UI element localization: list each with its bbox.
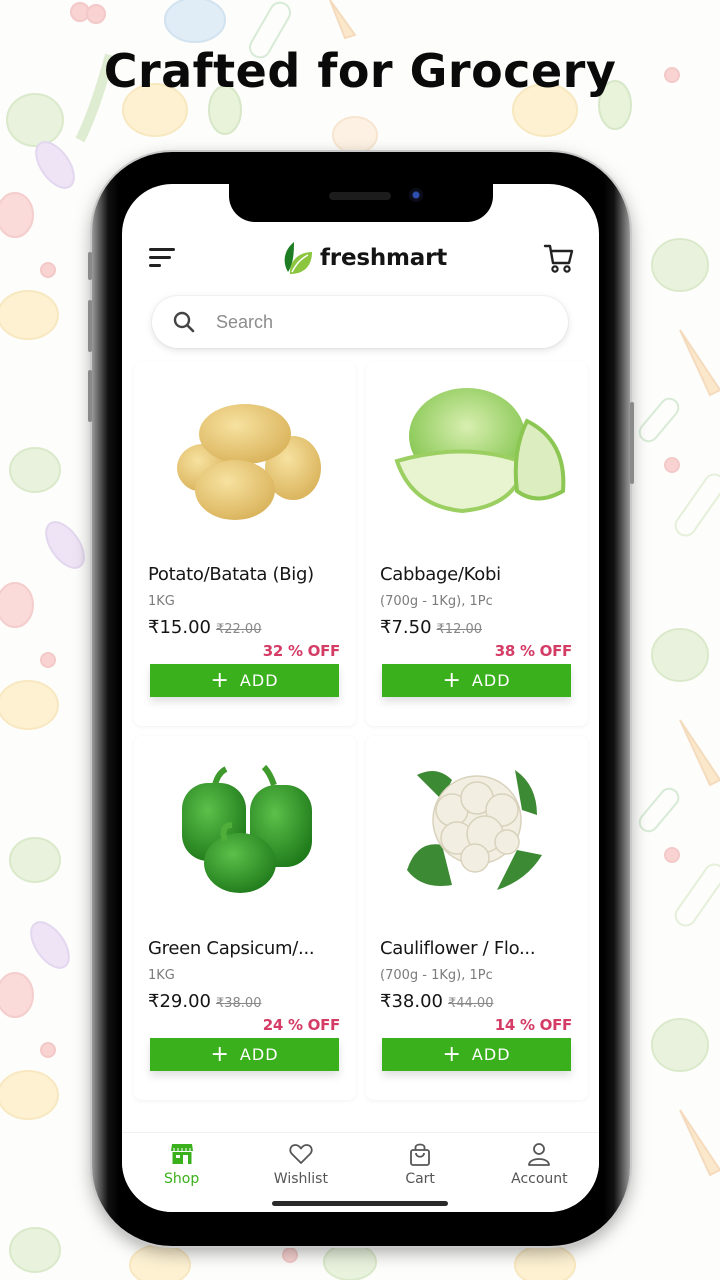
product-card[interactable]: Green Capsicum/... 1KG ₹29.00 ₹38.00 24 …	[134, 736, 356, 1100]
discount-badge: 38 % OFF	[494, 642, 573, 660]
app-screen: freshmart Search Potato/Batata (Big) 1KG…	[122, 184, 599, 1212]
nav-label-account: Account	[511, 1171, 568, 1187]
potato-doodle	[332, 116, 378, 154]
home-indicator[interactable]	[272, 1201, 448, 1206]
product-quantity: 1KG	[148, 968, 175, 983]
product-price: ₹38.00	[380, 991, 443, 1012]
shopping-cart-icon[interactable]	[543, 242, 575, 274]
add-button-label: ADD	[239, 671, 279, 690]
potato-image	[177, 404, 321, 520]
search-bar[interactable]	[152, 296, 568, 348]
phone-side-button	[88, 252, 92, 280]
add-button-label: ADD	[471, 1045, 511, 1064]
product-quantity: (700g - 1Kg), 1Pc	[380, 594, 493, 609]
product-image-cabbage[interactable]	[366, 362, 588, 550]
product-name[interactable]: Cabbage/Kobi	[380, 564, 501, 585]
add-button-label: ADD	[471, 671, 511, 690]
product-price: ₹7.50	[380, 617, 432, 638]
product-image-capsicum[interactable]	[134, 736, 356, 924]
phone-power-button	[630, 402, 634, 484]
phone-volume-up-button	[88, 300, 92, 352]
nav-label-shop: Shop	[164, 1171, 200, 1187]
user-icon	[528, 1143, 551, 1166]
discount-badge: 32 % OFF	[262, 642, 341, 660]
add-to-cart-button[interactable]: + ADD	[382, 1038, 571, 1071]
cabbage-image	[394, 388, 566, 514]
leaf-logo-icon	[284, 242, 312, 274]
product-mrp: ₹22.00	[215, 622, 262, 637]
kohlrabi-doodle	[6, 93, 64, 147]
app-header: freshmart	[122, 232, 599, 282]
discount-badge: 14 % OFF	[494, 1016, 573, 1034]
bottom-doodles	[129, 1243, 576, 1280]
plus-icon: +	[210, 667, 230, 693]
search-input[interactable]	[216, 311, 536, 333]
add-to-cart-button[interactable]: + ADD	[150, 1038, 339, 1071]
product-name[interactable]: Potato/Batata (Big)	[148, 564, 314, 585]
bottom-navigation: Shop Wishlist Cart Account	[122, 1132, 599, 1212]
shop-icon	[170, 1144, 193, 1164]
plus-icon: +	[210, 1041, 230, 1067]
product-quantity: 1KG	[148, 594, 175, 609]
phone-notch	[229, 184, 493, 222]
product-card[interactable]: Cauliflower / Flo... (700g - 1Kg), 1Pc ₹…	[366, 736, 588, 1100]
brand-name: freshmart	[320, 245, 448, 271]
kohlrabi-doodle-left	[9, 447, 61, 1273]
green-capsicum-image	[182, 765, 312, 893]
product-card[interactable]: Potato/Batata (Big) 1KG ₹15.00 ₹22.00 32…	[134, 362, 356, 726]
product-image-cauliflower[interactable]	[366, 736, 588, 924]
product-image-potato[interactable]	[134, 362, 356, 550]
add-to-cart-button[interactable]: + ADD	[382, 664, 571, 697]
carrot-doodle	[329, 0, 357, 40]
search-icon	[173, 311, 195, 333]
product-price-row: ₹7.50 ₹12.00	[380, 617, 482, 638]
heart-icon	[289, 1144, 313, 1164]
bag-icon	[410, 1143, 431, 1166]
product-price: ₹15.00	[148, 617, 211, 638]
nav-item-account[interactable]: Account	[480, 1133, 599, 1212]
nav-label-wishlist: Wishlist	[273, 1171, 328, 1187]
product-price: ₹29.00	[148, 991, 211, 1012]
product-mrp: ₹44.00	[447, 996, 494, 1011]
phone-frame: freshmart Search Potato/Batata (Big) 1KG…	[88, 152, 634, 1246]
brand-logo: freshmart	[280, 240, 447, 276]
cherry-doodle-right	[664, 67, 680, 863]
broccoli-doodle	[164, 0, 226, 43]
product-mrp: ₹38.00	[215, 996, 262, 1011]
product-price-row: ₹29.00 ₹38.00	[148, 991, 261, 1012]
cauliflower-image	[407, 770, 542, 890]
zucchini-doodle-right	[674, 473, 720, 927]
plus-icon: +	[442, 1041, 462, 1067]
hamburger-menu-icon[interactable]	[149, 246, 177, 268]
cherry-doodle	[70, 2, 106, 24]
product-mrp: ₹12.00	[436, 622, 483, 637]
product-grid: Potato/Batata (Big) 1KG ₹15.00 ₹22.00 32…	[134, 362, 588, 1132]
product-quantity: (700g - 1Kg), 1Pc	[380, 968, 493, 983]
add-to-cart-button[interactable]: + ADD	[150, 664, 339, 697]
nav-item-shop[interactable]: Shop	[122, 1133, 241, 1212]
promo-headline: Crafted for Grocery	[103, 44, 617, 98]
product-name[interactable]: Green Capsicum/...	[148, 938, 315, 959]
product-price-row: ₹15.00 ₹22.00	[148, 617, 261, 638]
discount-badge: 24 % OFF	[262, 1016, 341, 1034]
product-card[interactable]: Cabbage/Kobi (700g - 1Kg), 1Pc ₹7.50 ₹12…	[366, 362, 588, 726]
earpiece-speaker	[329, 192, 391, 200]
plus-icon: +	[442, 667, 462, 693]
nav-label-cart: Cart	[405, 1171, 435, 1187]
add-button-label: ADD	[239, 1045, 279, 1064]
product-price-row: ₹38.00 ₹44.00	[380, 991, 493, 1012]
product-name[interactable]: Cauliflower / Flo...	[380, 938, 536, 959]
front-camera-icon	[409, 188, 423, 202]
phone-volume-down-button	[88, 370, 92, 422]
